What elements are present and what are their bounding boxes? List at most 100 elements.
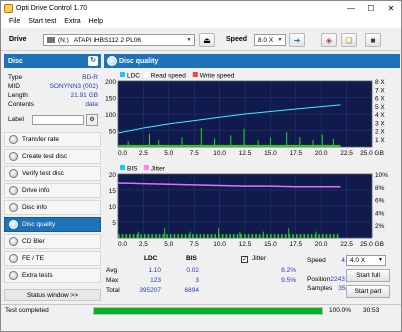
disc-icon <box>107 56 117 66</box>
legend-swatch <box>143 72 149 77</box>
y-left-tick-label: 50 <box>109 129 117 136</box>
save-icon: ■ <box>370 35 376 45</box>
x-tick-label: 17.5 <box>289 150 302 157</box>
disc-label-row: Label <box>8 116 30 125</box>
menu-file[interactable]: File <box>5 18 24 25</box>
bis-bar <box>336 234 339 238</box>
info-value: 21.91 GB <box>70 92 98 99</box>
bis-bar <box>229 234 231 238</box>
bis-bar <box>251 234 254 238</box>
stat-ldc-avg: 1.10 <box>148 267 161 274</box>
y-right-tick-label: 2 X <box>375 129 385 136</box>
nav-extra-tests[interactable]: Extra tests <box>4 268 101 283</box>
eject-button[interactable]: ⏏ <box>199 33 215 47</box>
progress-percent: 100.0% <box>329 307 352 314</box>
nav-fe-te[interactable]: FE / TE <box>4 251 101 266</box>
bis-bar <box>240 234 242 238</box>
nav-verify-test-disc[interactable]: Verify test disc <box>4 166 101 181</box>
status-window-button[interactable]: Status window >> <box>4 289 101 301</box>
x-tick-label: 25.0 GB <box>360 241 384 248</box>
nav-label: CD Bler <box>22 238 45 245</box>
stat-label-avg: Avg <box>106 267 118 274</box>
nav-label: Disc info <box>22 204 47 211</box>
label-input[interactable] <box>32 115 84 125</box>
disc-info-row: Contents data <box>8 101 98 110</box>
menu-help[interactable]: Help <box>85 18 107 25</box>
bis-bar <box>310 234 313 238</box>
bis-bar <box>329 234 331 238</box>
maximize-button[interactable]: ☐ <box>361 1 381 15</box>
bis-bar <box>266 234 268 238</box>
app-window: Opti Drive Control 1.70 — ☐ ✕ File Start… <box>0 0 402 332</box>
nav-drive-info[interactable]: Drive info <box>4 183 101 198</box>
speed-value: 8.0 X <box>258 36 274 44</box>
stat-bis-avg: 0.02 <box>186 267 199 274</box>
drive-label: Drive <box>9 36 27 43</box>
disc-icon <box>9 152 18 161</box>
menu-extra[interactable]: Extra <box>60 18 84 25</box>
bis-bar <box>325 234 328 238</box>
stat-ldc-total: 395207 <box>139 287 161 294</box>
start-full-button[interactable]: Start full <box>346 269 390 282</box>
x-tick-label: 0.0 <box>118 241 127 248</box>
nav-cd-bler[interactable]: CD Bler <box>4 234 101 249</box>
y-right-tick-label: 3 X <box>375 120 385 127</box>
nav-disc-quality[interactable]: Disc quality <box>4 217 101 232</box>
nav-label: Create test disc <box>22 153 68 160</box>
x-tick-label: 15.0 <box>264 241 277 248</box>
refresh-icon[interactable]: ↻ <box>88 56 98 66</box>
bis-bar <box>129 234 131 238</box>
left-panel: Disc ↻ Type BD-R MID SONYNN3 (002) Lengt… <box>4 54 101 303</box>
nav-create-test-disc[interactable]: Create test disc <box>4 149 101 164</box>
erase-button[interactable]: ◈ <box>321 33 337 47</box>
menu-start-test[interactable]: Start test <box>24 18 60 25</box>
x-tick-label: 7.5 <box>190 150 199 157</box>
disc-info-row: MID SONYNN3 (002) <box>8 83 98 92</box>
refresh-button[interactable]: ➜ <box>289 33 305 47</box>
label-key: Label <box>8 116 24 123</box>
bis-bar <box>281 234 283 238</box>
x-tick-label: 12.5 <box>239 150 252 157</box>
save-button[interactable]: ■ <box>365 33 381 47</box>
eject-icon: ⏏ <box>203 35 211 45</box>
close-button[interactable]: ✕ <box>381 1 401 15</box>
panel-title: Disc quality <box>119 57 159 65</box>
y-left-tick-label: 10 <box>109 204 117 211</box>
minimize-button[interactable]: — <box>341 1 361 15</box>
bis-bar <box>143 234 146 238</box>
nav-transfer-rate[interactable]: Transfer rate <box>4 132 101 147</box>
x-tick-label: 10.0 <box>213 241 226 248</box>
bis-bar <box>195 234 198 238</box>
legend-swatch <box>143 165 149 170</box>
bis-bar <box>214 234 217 238</box>
test-speed-select[interactable]: 4.0 X ▼ <box>346 255 386 266</box>
window-title: Opti Drive Control 1.70 <box>16 4 88 12</box>
speed-select[interactable]: 8.0 X ▼ <box>254 34 286 46</box>
check-icon: ✓ <box>242 257 248 263</box>
elapsed-time: 30:53 <box>363 307 380 314</box>
bis-bar <box>255 234 257 238</box>
start-part-button[interactable]: Start part <box>346 285 390 298</box>
bis-bar <box>192 234 194 238</box>
bis-bar <box>318 234 320 238</box>
stats-area: LDC BIS Avg 1.10 0.02 Max 123 3 Total 39… <box>104 252 400 303</box>
bis-bar <box>166 234 168 238</box>
col-bis-header: BIS <box>186 255 197 262</box>
copy-button[interactable]: ❏ <box>341 33 357 47</box>
bis-bar <box>277 234 280 238</box>
panel-header: Disc quality <box>104 54 400 68</box>
y-right-tick-label: 1 X <box>375 137 385 144</box>
y-right-tick-label: 2% <box>375 223 385 230</box>
jitter-checkbox[interactable]: ✓ <box>241 256 248 263</box>
x-tick-label: 5.0 <box>164 150 173 157</box>
disc-icon <box>9 135 18 144</box>
bis-bar <box>284 234 287 238</box>
y-right-tick-label: 7 X <box>375 87 385 94</box>
drive-select[interactable]: (N:) ATAPI iHBS112 2 PL06 ▼ <box>43 34 195 46</box>
label-apply-button[interactable]: ⚙ <box>86 114 98 126</box>
nav-disc-info[interactable]: Disc info <box>4 200 101 215</box>
bis-bar <box>184 234 187 238</box>
legend-label: Read speed <box>151 73 186 80</box>
stat-ldc-max: 123 <box>150 277 161 284</box>
bis-bar <box>147 234 150 238</box>
